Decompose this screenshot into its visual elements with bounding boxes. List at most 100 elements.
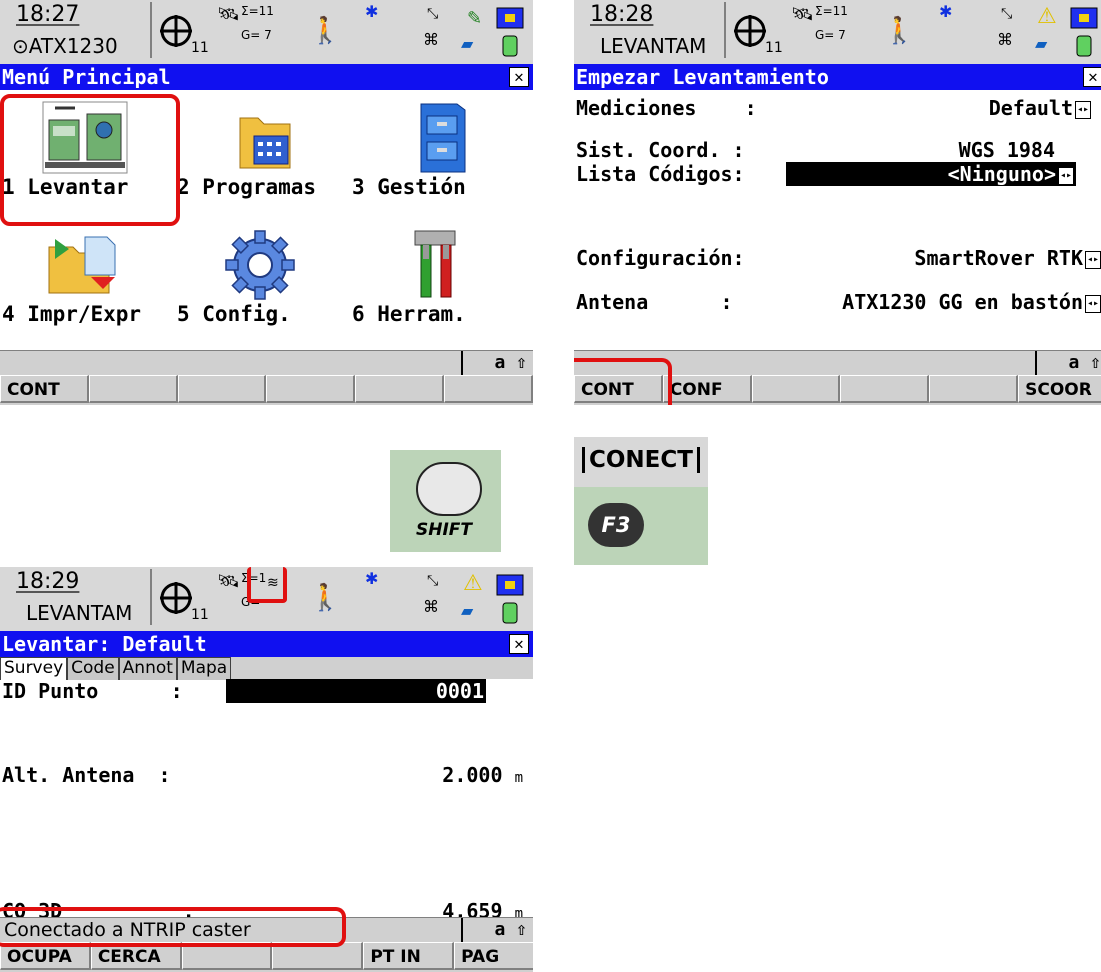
softkey-f5[interactable]: [929, 375, 1019, 403]
highlight-cont: [574, 358, 672, 405]
clock-panel: 18:27 ⊙ATX1230: [2, 2, 152, 58]
softkey-f6[interactable]: PAG: [454, 942, 533, 970]
conect-softkey[interactable]: CONECT: [574, 437, 708, 487]
close-icon[interactable]: ✕: [509, 634, 529, 654]
softkey-f2[interactable]: [88, 375, 178, 403]
sat-sigma: Σ=11: [241, 4, 274, 18]
crosshair-icon: [160, 15, 192, 47]
gear-icon: [225, 230, 295, 300]
conect-label: CONECT: [582, 447, 700, 473]
softkey-f3[interactable]: [751, 375, 841, 403]
field-sist-coord: WGS 1984: [958, 138, 1055, 162]
card-icon: ▰: [1035, 34, 1048, 53]
programs-folder-icon: [239, 117, 291, 169]
chevron-left-right-icon[interactable]: ◂▸: [1058, 166, 1074, 185]
softkey-f3[interactable]: [177, 375, 267, 403]
sat-sigma: Σ=11: [815, 4, 848, 18]
softkey-f6[interactable]: [444, 375, 533, 403]
input-mode: a ⇧: [1035, 351, 1101, 375]
input-mode: a ⇧: [461, 918, 533, 942]
menu-item-config[interactable]: 5 Config.: [175, 222, 350, 347]
softkey-f1[interactable]: CONT: [0, 375, 89, 403]
menu-item-impr-expr[interactable]: 4 Impr/Expr: [0, 222, 175, 347]
status-bar: 18:29 LEVANTAM 11 🛰 Σ=1 G= ≋ 🚶 ✱ ⤡ ⌘ ⚠ ▰: [0, 567, 533, 631]
clock-time: 18:29: [16, 569, 80, 594]
status-icons: 11 🛰 Σ=11 G= 7 🚶 ✱ ⤡ ⌘ ⚠ ▰: [729, 0, 1101, 64]
menu-item-herram[interactable]: 6 Herram.: [350, 222, 525, 347]
field-mediciones[interactable]: Default ◂▸: [989, 96, 1091, 120]
shift-key-panel: SHIFT: [390, 450, 501, 552]
field-configuracion[interactable]: SmartRover RTK ◂▸: [914, 246, 1101, 270]
sat-g: G= 7: [815, 28, 846, 42]
menu-label: 3 Gestión: [352, 175, 466, 199]
card-icon: ▰: [461, 34, 474, 53]
field-alt-antena: 2.000 m: [442, 763, 523, 787]
status-icons: 11 🛰 Σ=1 G= ≋ 🚶 ✱ ⤡ ⌘ ⚠ ▰: [155, 567, 533, 631]
message-bar: a ⇧: [0, 350, 533, 375]
battery-icon: [496, 574, 524, 624]
sat-count: 11: [765, 40, 783, 56]
softkey-f4[interactable]: [840, 375, 930, 403]
battery-icon: [496, 7, 524, 57]
sat-count: 11: [191, 607, 209, 623]
field-antena[interactable]: ATX1230 GG en bastón ◂▸: [842, 290, 1101, 314]
clock-panel: 18:29 LEVANTAM: [2, 569, 152, 625]
screen-main-menu: 18:27 ⊙ATX1230 11 🛰 Σ=11 G= 7 🚶 ✱ ⤡ ⌘ ✎ …: [0, 0, 533, 405]
status-icons: 11 🛰 Σ=11 G= 7 🚶 ✱ ⤡ ⌘ ✎ ▰: [155, 0, 533, 64]
status-bar: 18:27 ⊙ATX1230 11 🛰 Σ=11 G= 7 🚶 ✱ ⤡ ⌘ ✎ …: [0, 0, 533, 64]
clock-time: 18:28: [590, 2, 654, 27]
f3-key-panel: F3: [574, 487, 708, 565]
label-lista-codigos: Lista Códigos:: [576, 162, 745, 186]
softkey-f6[interactable]: SCOOR: [1018, 375, 1101, 403]
crosshair-icon: [734, 15, 766, 47]
device-name: ⊙ATX1230: [12, 34, 118, 58]
page-title: Menú Principal: [2, 65, 171, 89]
tab-annot[interactable]: Annot: [118, 657, 177, 680]
chevron-left-right-icon[interactable]: ◂▸: [1085, 250, 1101, 269]
label-alt-antena: Alt. Antena :: [2, 763, 171, 787]
label-mediciones: Mediciones :: [576, 96, 757, 120]
warning-icon: ⚠: [1037, 4, 1057, 29]
close-icon[interactable]: ✕: [1083, 67, 1101, 87]
card-icon: ▰: [461, 601, 474, 620]
menu-item-gestion[interactable]: 3 Gestión: [350, 95, 525, 220]
chevron-left-right-icon[interactable]: ◂▸: [1085, 294, 1101, 313]
tab-survey[interactable]: Survey: [0, 657, 68, 680]
menu-label: 6 Herram.: [352, 302, 466, 326]
battery-icon: [1070, 7, 1098, 57]
field-lista-codigos[interactable]: <Ninguno> ◂▸: [786, 162, 1076, 186]
satellite-icon: 🛰: [217, 4, 240, 25]
walker-icon: 🚶: [883, 16, 916, 46]
title-bar: Levantar: Default ✕: [0, 631, 533, 657]
shift-key[interactable]: [416, 462, 482, 516]
field-id-punto[interactable]: 0001: [226, 679, 486, 703]
screen-levantar-default: 18:29 LEVANTAM 11 🛰 Σ=1 G= ≋ 🚶 ✱ ⤡ ⌘ ⚠ ▰…: [0, 567, 533, 972]
menu-label: 5 Config.: [177, 302, 291, 326]
shift-label: SHIFT: [416, 520, 473, 540]
highlight-message: [0, 907, 346, 947]
walker-icon: 🚶: [309, 583, 342, 613]
close-icon[interactable]: ✕: [509, 67, 529, 87]
softkey-f5[interactable]: [355, 375, 445, 403]
walker-icon: 🚶: [309, 16, 342, 46]
label-configuracion: Configuración:: [576, 246, 745, 270]
link-icon: ⤡: [427, 573, 439, 589]
device-name: LEVANTAM: [600, 34, 707, 58]
tab-code[interactable]: Code: [67, 657, 119, 680]
softkey-f2[interactable]: CONF: [662, 375, 752, 403]
memory-icon: ⌘: [997, 30, 1013, 49]
menu-item-programas[interactable]: 2 Programas: [175, 95, 350, 220]
highlight-levantar: [0, 94, 180, 226]
screen-start-survey: 18:28 LEVANTAM 11 🛰 Σ=11 G= 7 🚶 ✱ ⤡ ⌘ ⚠ …: [574, 0, 1101, 405]
tab-bar: Survey Code Annot Mapa: [0, 657, 533, 680]
softkey-f4[interactable]: [266, 375, 356, 403]
chevron-left-right-icon[interactable]: ◂▸: [1075, 100, 1091, 119]
bluetooth-icon: ✱: [365, 569, 379, 588]
f3-key[interactable]: F3: [588, 503, 644, 547]
highlight-radio: [247, 567, 287, 603]
status-bar: 18:28 LEVANTAM 11 🛰 Σ=11 G= 7 🚶 ✱ ⤡ ⌘ ⚠ …: [574, 0, 1101, 64]
softkey-f5[interactable]: PT IN: [363, 942, 455, 970]
input-mode: a ⇧: [461, 351, 533, 375]
crosshair-icon: [160, 582, 192, 614]
tab-mapa[interactable]: Mapa: [176, 657, 232, 680]
